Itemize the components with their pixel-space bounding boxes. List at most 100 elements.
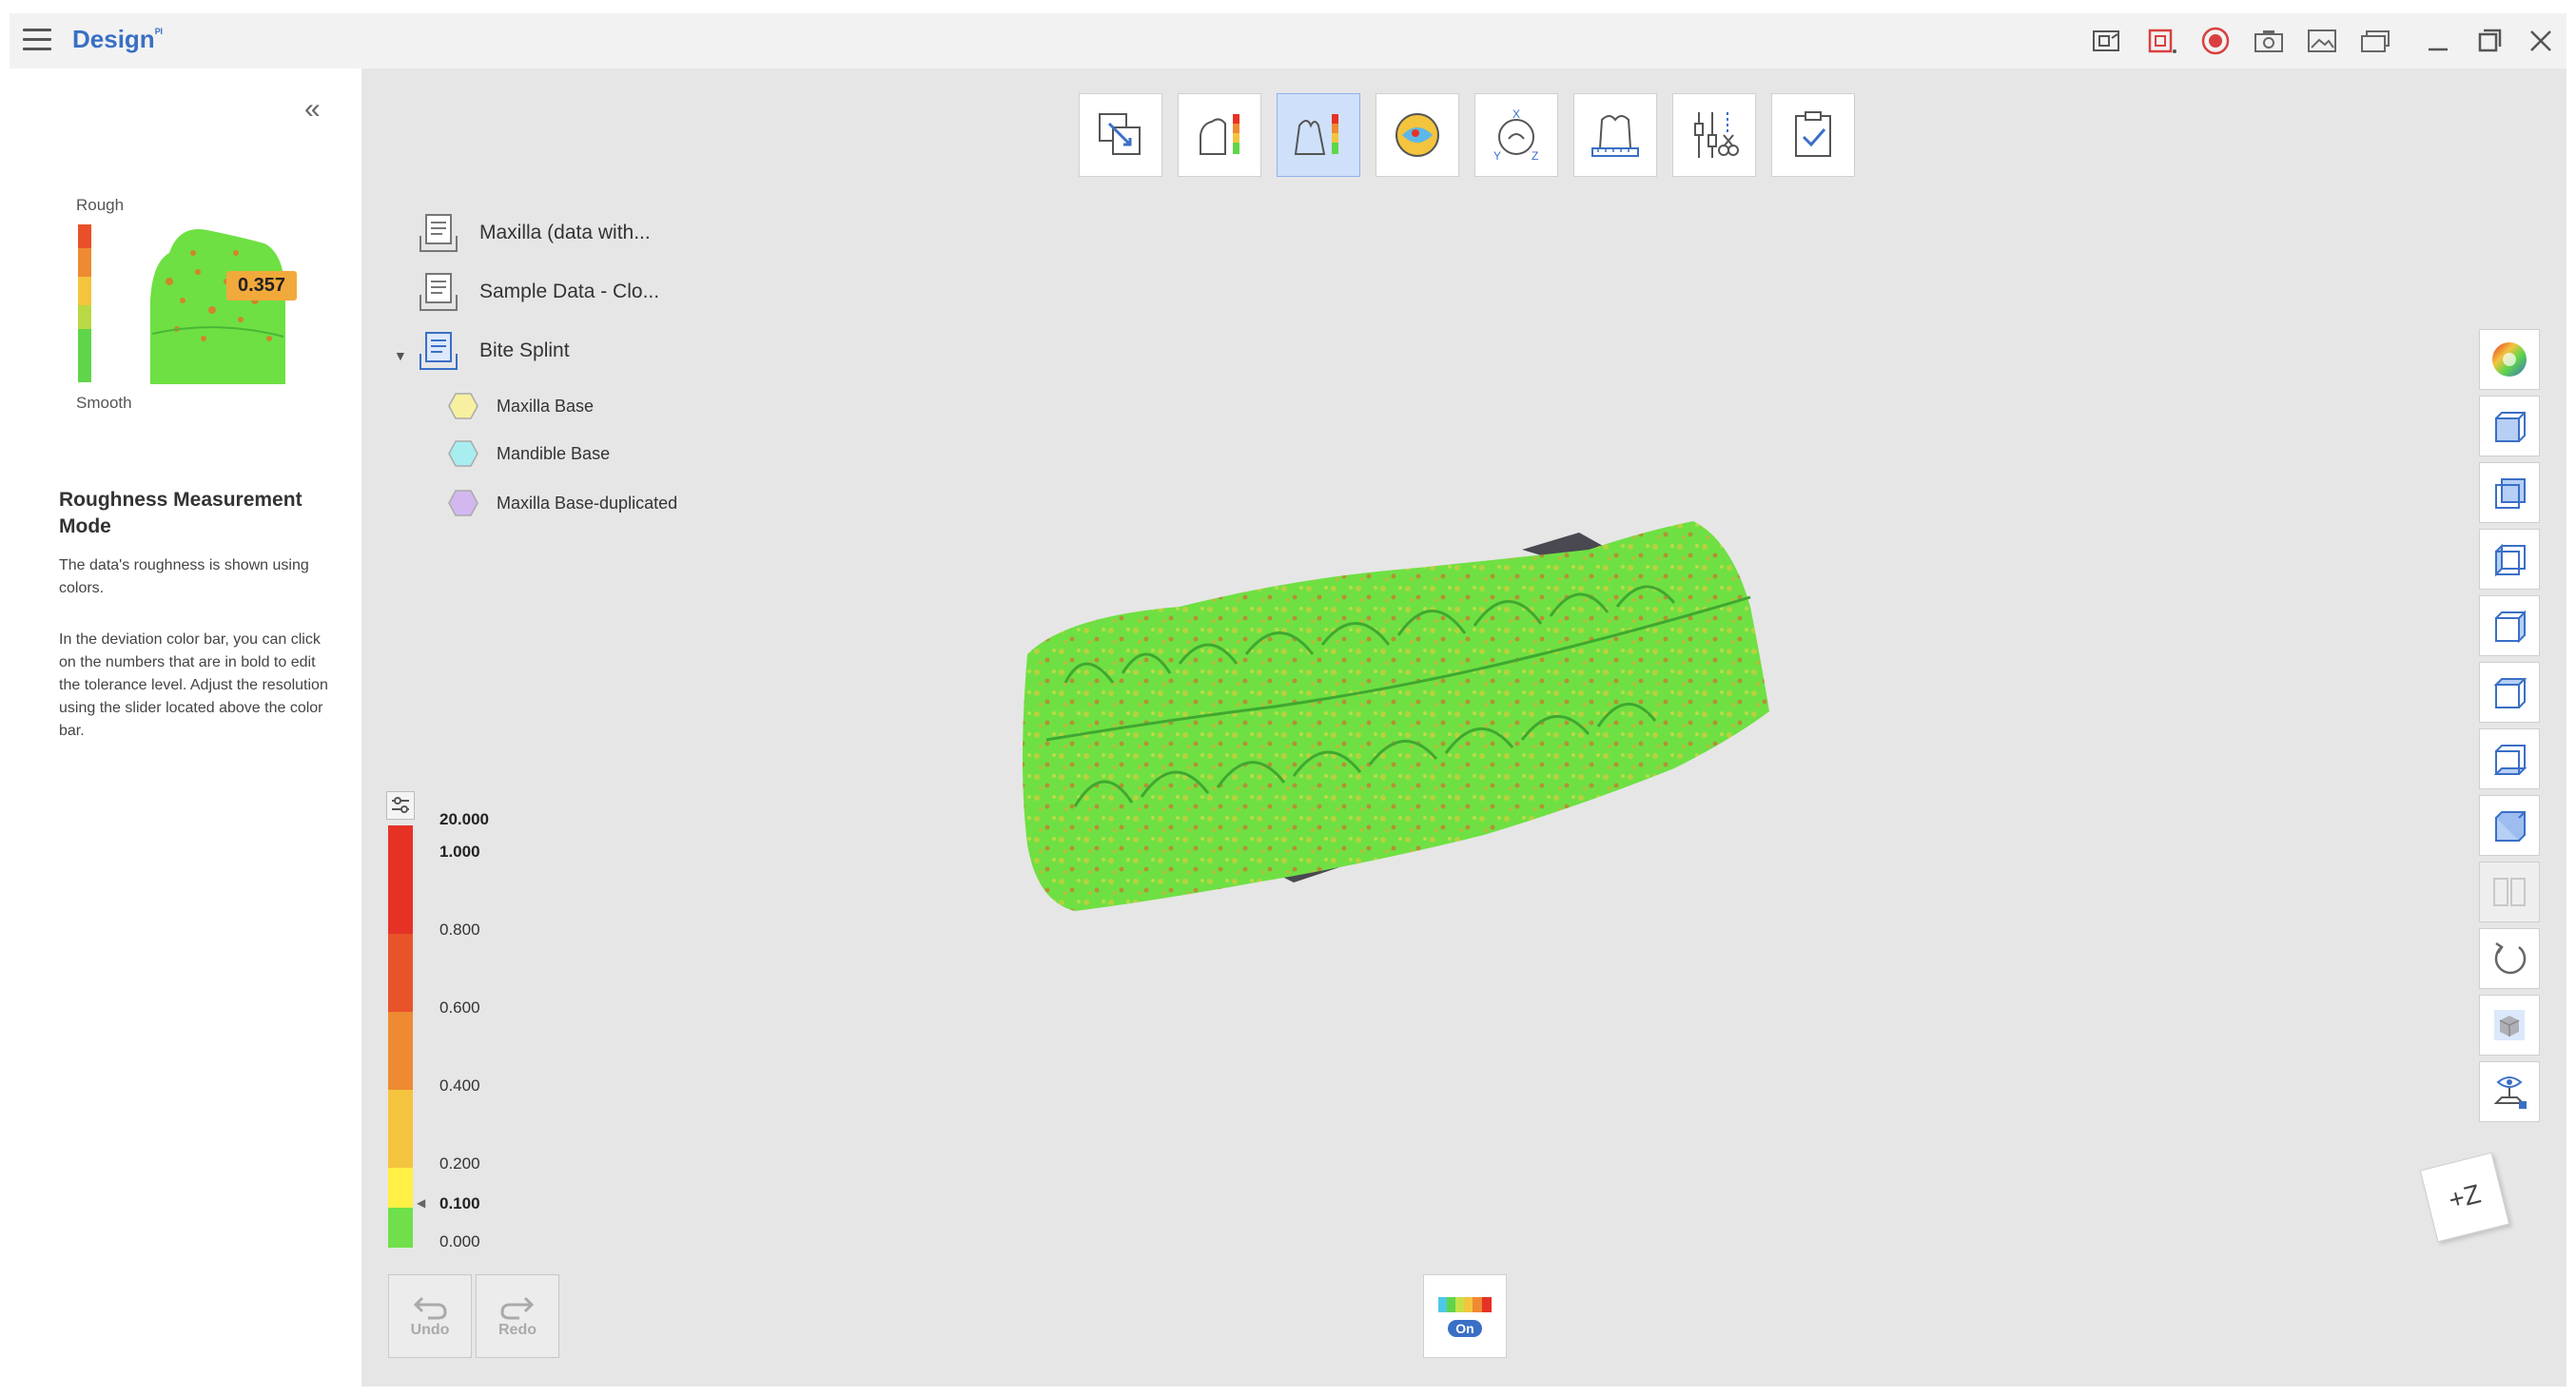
split-view-button[interactable] [2479,862,2540,922]
layout-icon[interactable] [2089,23,2125,59]
colorbar-segment [388,825,413,856]
colorbar-label: 0.400 [439,1076,480,1095]
record-icon[interactable] [2197,23,2234,59]
roughness-scale-bar [78,224,91,382]
title-bar [10,13,2566,68]
rotate-button[interactable] [2479,928,2540,989]
rough-label: Rough [76,196,125,214]
move-icon [1099,113,1141,155]
view-top-icon [2493,678,2527,708]
undo-button[interactable]: Undo [388,1274,472,1358]
close-icon[interactable] [2523,23,2559,59]
collapse-panel-icon[interactable]: « [304,93,321,126]
colorbar-label-max[interactable]: 20.000 [439,810,489,829]
redo-label: Redo [498,1322,537,1338]
tree-item-label: Sample Data - Clo... [479,281,660,302]
colormap-toggle-button[interactable]: On [1423,1274,1507,1358]
camera-icon[interactable] [2251,23,2287,59]
occlusion-tool-button[interactable] [1376,93,1459,177]
axis-rotation-tool-button[interactable]: X Y Z [1474,93,1558,177]
3d-jaw-model[interactable] [1008,521,1798,921]
color-wheel-button[interactable] [2479,329,2540,390]
split-view-icon [2493,878,2526,906]
measure-tool-button[interactable] [1573,93,1657,177]
view-bottom-icon [2493,745,2527,775]
view-front-icon [2495,412,2526,442]
view-left-icon [2495,543,2526,577]
colorbar-label-min: 0.000 [439,1232,480,1251]
colorbar-label: 0.800 [439,921,480,939]
tree-subitem-label: Maxilla Base-duplicated [497,493,678,513]
axis-rotation-icon: X Y Z [1493,107,1538,163]
roughness-value-badge: 0.357 [226,271,298,301]
view-bottom-button[interactable] [2479,728,2540,789]
view-back-icon [2495,478,2526,509]
svg-text:X: X [1512,107,1520,121]
tree-subitem-maxilla-base[interactable]: Maxilla Base [447,392,594,420]
complete-step-button[interactable] [1771,93,1855,177]
move-tool-button[interactable] [1079,93,1162,177]
app-title-badge: ᴾᴵ [155,26,163,40]
view-right-button[interactable] [2479,595,2540,656]
image-icon[interactable] [2304,23,2340,59]
view-top-button[interactable] [2479,662,2540,723]
solid-view-button[interactable] [2479,995,2540,1056]
minimize-icon[interactable] [2420,23,2456,59]
redo-button[interactable]: Redo [476,1274,559,1358]
visibility-button[interactable] [2479,1061,2540,1122]
tooth-roughness-preview [150,229,285,384]
undo-label: Undo [410,1322,450,1338]
tree-item-maxilla[interactable]: Maxilla (data with... [417,211,651,255]
roughness-icon [1294,114,1338,155]
undo-icon [413,1296,447,1320]
help-title: Roughness Measurement Mode [59,489,302,537]
deviation-tool-button[interactable] [1178,93,1261,177]
colorbar-label-tolerance[interactable]: 0.100 [439,1194,480,1213]
redo-icon [500,1296,535,1320]
expand-chevron-icon[interactable]: ▼ [394,348,407,363]
scan-data-icon [420,214,458,252]
colorbar-label: 0.600 [439,999,480,1017]
colorbar-segment [388,1168,413,1208]
colorbar-segment [388,1090,413,1168]
axis-label: +Z [2445,1178,2484,1215]
color-wheel-icon [2492,342,2527,377]
svg-text:Y: Y [1493,149,1501,163]
hamburger-menu-icon[interactable] [23,29,51,51]
svg-text:Z: Z [1532,149,1538,163]
tree-subitem-maxilla-base-duplicated[interactable]: Maxilla Base-duplicated [447,489,677,517]
visibility-icon [2493,1076,2527,1109]
hexagon-icon [448,393,478,419]
help-paragraph-2: In the deviation color bar, you can clic… [59,631,328,739]
record-region-icon[interactable] [2144,23,2180,59]
view-iso-icon [2495,811,2526,842]
tree-item-label: Bite Splint [479,339,570,361]
view-left-button[interactable] [2479,529,2540,590]
scan-data-icon [420,273,458,311]
smooth-label: Smooth [76,394,132,412]
colorbar-settings-button[interactable] [386,791,415,820]
tree-item-label: Maxilla (data with... [479,222,651,243]
help-paragraph-1: The data's roughness is shown using colo… [59,557,309,596]
tree-item-bite-splint[interactable]: Bite Splint [417,329,570,373]
tree-subitem-label: Maxilla Base [497,396,595,416]
view-back-button[interactable] [2479,462,2540,523]
roughness-tool-button[interactable] [1277,93,1360,177]
maximize-icon[interactable] [2471,23,2508,59]
measure-icon [1591,115,1639,157]
hexagon-icon [448,490,478,516]
view-right-icon [2495,610,2526,644]
tree-subitem-mandible-base[interactable]: Mandible Base [447,439,610,468]
colormap-icon [1438,1297,1492,1312]
trim-tools-icon [1694,112,1739,158]
trim-tools-button[interactable] [1672,93,1756,177]
app-title: Design [72,25,155,53]
view-iso-button[interactable] [2479,795,2540,856]
gallery-icon[interactable] [2357,23,2393,59]
tree-item-sample-data[interactable]: Sample Data - Clo... [417,270,659,314]
colorbar-label-upper[interactable]: 1.000 [439,843,480,862]
colorbar-segment [388,934,413,1012]
solid-view-icon [2494,1010,2525,1040]
tolerance-marker-icon[interactable]: ◀ [417,1196,425,1210]
view-front-button[interactable] [2479,396,2540,456]
